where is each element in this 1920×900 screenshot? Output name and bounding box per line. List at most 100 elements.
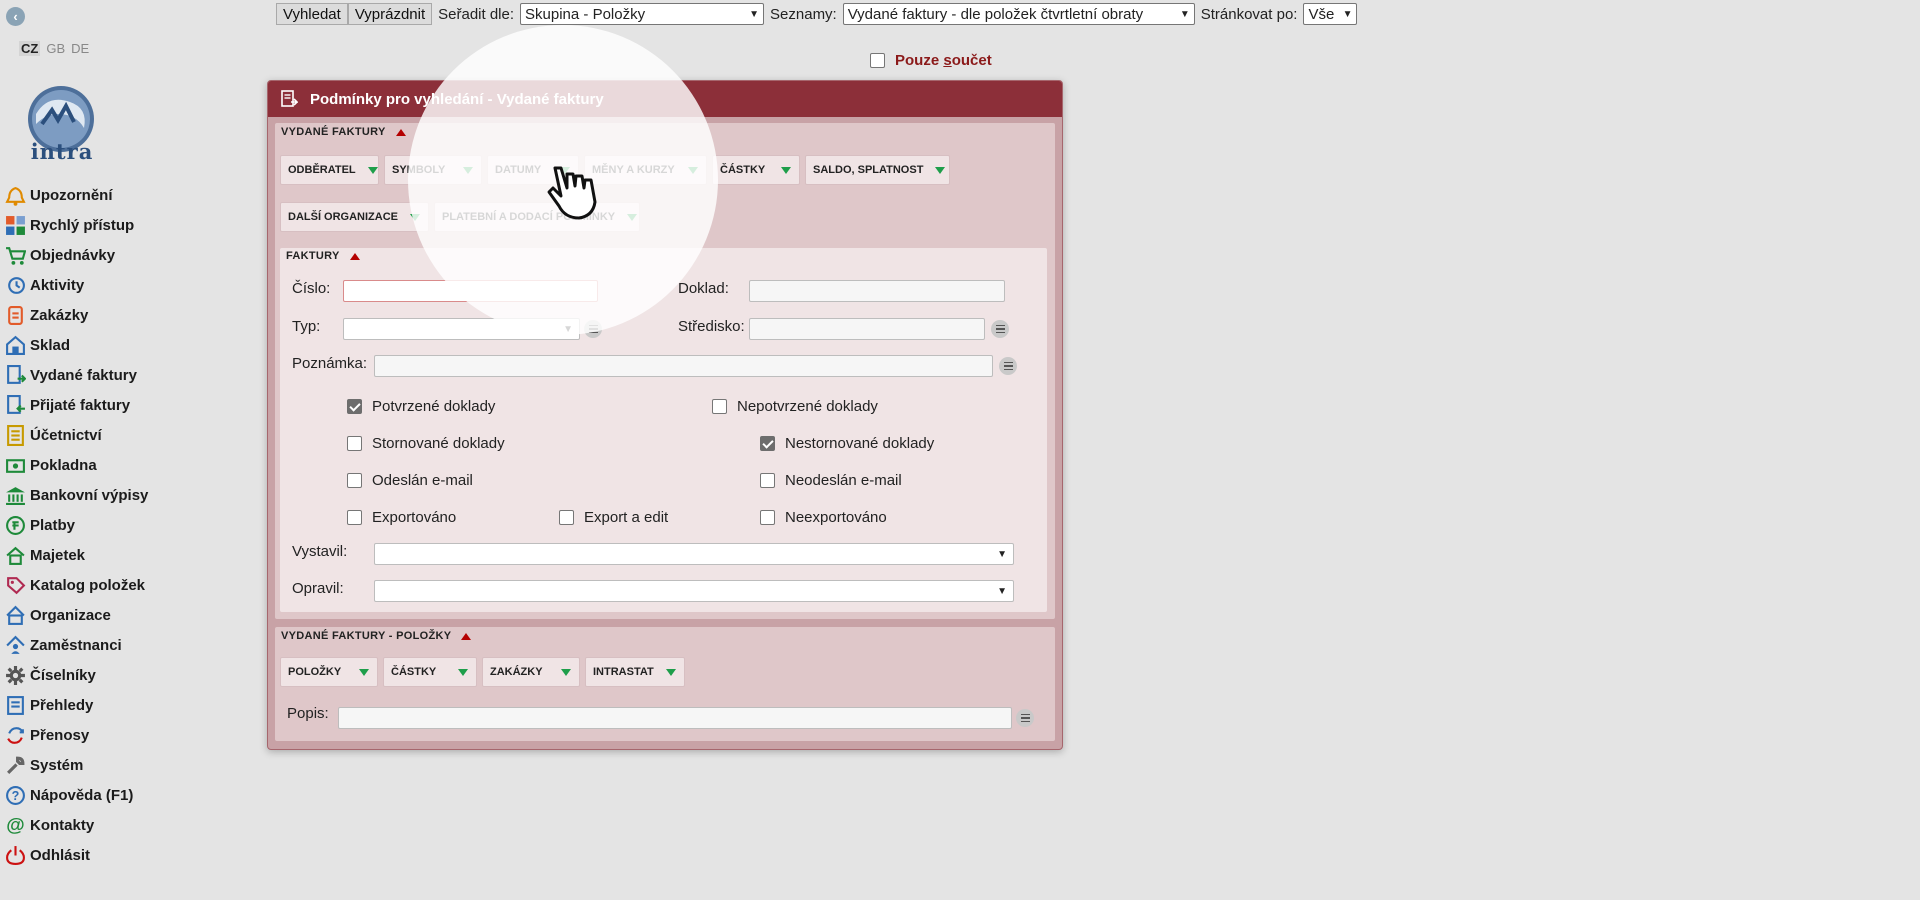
opravil-label: Opravil: xyxy=(292,580,344,597)
doklad-input[interactable] xyxy=(749,280,1005,302)
invoice-out-icon xyxy=(2,363,28,387)
stredisko-input[interactable] xyxy=(749,318,985,340)
sidebar-item-19[interactable]: Systém xyxy=(0,750,148,780)
language-gb[interactable]: GB xyxy=(46,41,65,56)
filter-checkbox[interactable] xyxy=(347,436,362,451)
filter-checkbox-label: Potvrzené doklady xyxy=(372,398,496,415)
language-cz[interactable]: CZ xyxy=(19,41,41,56)
employees-icon xyxy=(2,633,28,657)
search-button[interactable]: Vyhledat xyxy=(276,3,348,25)
back-button[interactable]: ‹ xyxy=(6,7,25,26)
filter-checkbox[interactable] xyxy=(760,473,775,488)
poznamka-list-button[interactable] xyxy=(999,357,1017,375)
filter-checkbox[interactable] xyxy=(559,510,574,525)
panel-header: Podmínky pro vyhledání - Vydané faktury xyxy=(268,81,1062,117)
sidebar-item-21[interactable]: @ Kontakty xyxy=(0,810,148,840)
faktury-title[interactable]: FAKTURY xyxy=(286,250,360,262)
sidebar-item-label: Pokladna xyxy=(30,456,97,474)
clear-button[interactable]: Vyprázdnit xyxy=(347,3,433,25)
document-icon xyxy=(280,90,298,108)
sidebar-item-20[interactable]: ? Nápověda (F1) xyxy=(0,780,148,810)
report-icon xyxy=(2,693,28,717)
section-polozky-title[interactable]: VYDANÉ FAKTURY - POLOŽKY xyxy=(281,630,472,642)
typ-list-button[interactable] xyxy=(584,320,602,338)
sidebar-item-10[interactable]: Bankovní výpisy xyxy=(0,480,148,510)
filter-checkbox[interactable] xyxy=(347,399,362,414)
sidebar-item-label: Kontakty xyxy=(30,816,95,834)
sort-select[interactable]: Skupina - Položky ▼ xyxy=(520,3,765,25)
popis-input[interactable] xyxy=(338,707,1012,729)
warehouse-icon xyxy=(2,333,28,357)
only-sum-option: Pouze součet xyxy=(870,52,992,69)
filter-option: Neexportováno xyxy=(760,509,887,526)
tab-polo-ky[interactable]: POLOŽKY xyxy=(280,657,378,687)
tab-label: ČÁSTKY xyxy=(720,164,766,176)
sidebar-item-label: Rychlý přístup xyxy=(30,216,135,234)
lists-select[interactable]: Vydané faktury - dle položek čtvrtletní … xyxy=(842,3,1195,25)
language-de[interactable]: DE xyxy=(71,41,89,56)
sidebar-item-22[interactable]: Odhlásit xyxy=(0,840,148,870)
wrench-icon xyxy=(2,753,28,777)
filter-checkbox[interactable] xyxy=(760,436,775,451)
help-icon: ? xyxy=(2,783,28,807)
sidebar-item-0[interactable]: Upozornění xyxy=(0,180,148,210)
sidebar-item-5[interactable]: Sklad xyxy=(0,330,148,360)
sidebar-item-label: Přehledy xyxy=(30,696,94,714)
sidebar-item-13[interactable]: Katalog položek xyxy=(0,570,148,600)
poznamka-input[interactable] xyxy=(374,355,993,377)
tab-label: SALDO, SPLATNOST xyxy=(813,164,924,176)
section-polozky: VYDANÉ FAKTURY - POLOŽKY POLOŽKY ČÁSTKY ZA… xyxy=(275,627,1055,741)
tag-icon xyxy=(2,573,28,597)
tab-intrastat[interactable]: INTRASTAT xyxy=(585,657,685,687)
filter-checkbox[interactable] xyxy=(712,399,727,414)
filter-option: Neodeslán e-mail xyxy=(760,472,902,489)
sidebar-item-16[interactable]: Číselníky xyxy=(0,660,148,690)
chevron-down-icon: ▼ xyxy=(1342,8,1353,20)
tab-symboly[interactable]: SYMBOLY xyxy=(384,155,482,185)
paging-select[interactable]: Vše ▼ xyxy=(1303,3,1358,25)
filter-checkbox[interactable] xyxy=(347,510,362,525)
sidebar-item-4[interactable]: Zakázky xyxy=(0,300,148,330)
sidebar-item-1[interactable]: Rychlý přístup xyxy=(0,210,148,240)
sidebar-item-15[interactable]: Zaměstnanci xyxy=(0,630,148,660)
sidebar-item-14[interactable]: Organizace xyxy=(0,600,148,630)
tab-label: POLOŽKY xyxy=(288,666,342,678)
sidebar-item-7[interactable]: Přijaté faktury xyxy=(0,390,148,420)
tab-odb-ratel[interactable]: ODBĚRATEL xyxy=(280,155,379,185)
opravil-select[interactable]: ▼ xyxy=(374,580,1014,602)
tab-row-polozky: POLOŽKY ČÁSTKY ZAKÁZKY INTRASTAT xyxy=(280,657,685,687)
tab--stky[interactable]: ČÁSTKY xyxy=(712,155,800,185)
sidebar-item-9[interactable]: Pokladna xyxy=(0,450,148,480)
filter-checkbox[interactable] xyxy=(347,473,362,488)
sidebar-item-3[interactable]: Aktivity xyxy=(0,270,148,300)
only-sum-checkbox[interactable] xyxy=(870,53,885,68)
tab--stky[interactable]: ČÁSTKY xyxy=(383,657,477,687)
tab-label: ZAKÁZKY xyxy=(490,666,543,678)
expand-arrow-icon xyxy=(561,668,571,676)
sidebar-item-17[interactable]: Přehledy xyxy=(0,690,148,720)
tab-dal-organizace[interactable]: DALŠÍ ORGANIZACE xyxy=(280,202,429,232)
tab-saldo-splatnost[interactable]: SALDO, SPLATNOST xyxy=(805,155,950,185)
tab-zak-zky[interactable]: ZAKÁZKY xyxy=(482,657,580,687)
expand-arrow-icon xyxy=(935,166,946,174)
popis-list-button[interactable] xyxy=(1016,709,1034,727)
expand-arrow-icon xyxy=(367,166,378,174)
vystavil-label: Vystavil: xyxy=(292,543,348,560)
filter-checkbox-label: Neexportováno xyxy=(785,509,887,526)
filter-option: Nepotvrzené doklady xyxy=(712,398,878,415)
cislo-input[interactable] xyxy=(343,280,598,302)
sidebar-item-18[interactable]: Přenosy xyxy=(0,720,148,750)
sidebar-item-8[interactable]: Účetnictví xyxy=(0,420,148,450)
typ-select[interactable]: ▼ xyxy=(343,318,580,340)
expand-arrow-icon xyxy=(627,213,638,221)
stredisko-list-button[interactable] xyxy=(991,320,1009,338)
sidebar-item-6[interactable]: Vydané faktury xyxy=(0,360,148,390)
filter-checkbox[interactable] xyxy=(760,510,775,525)
section-vydane-faktury-title[interactable]: VYDANÉ FAKTURY xyxy=(281,126,406,138)
sidebar-item-12[interactable]: Majetek xyxy=(0,540,148,570)
sidebar-item-2[interactable]: Objednávky xyxy=(0,240,148,270)
sidebar-item-label: Přijaté faktury xyxy=(30,396,131,414)
sidebar-item-11[interactable]: Platby xyxy=(0,510,148,540)
vystavil-select[interactable]: ▼ xyxy=(374,543,1014,565)
sidebar-item-label: Aktivity xyxy=(30,276,85,294)
